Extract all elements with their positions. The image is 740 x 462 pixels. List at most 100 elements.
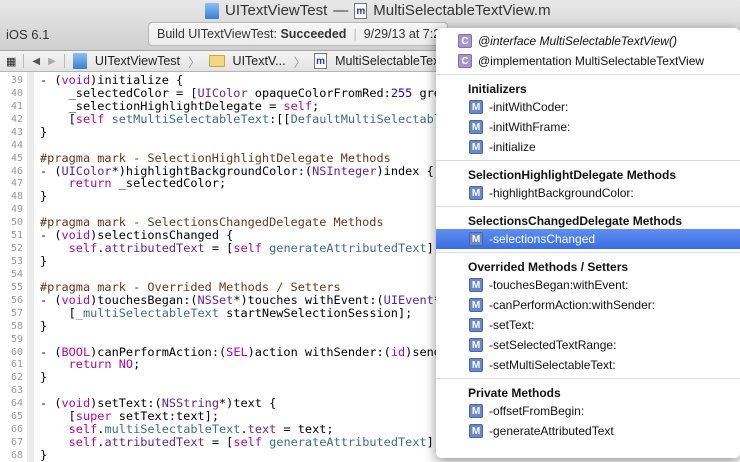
status-result: Succeeded [280,27,347,41]
line-number: 65 [10,411,23,423]
line-number: 63 [10,385,23,397]
popup-method-item[interactable]: M -setSelectedTextRange: [436,335,740,355]
code-token: _selectedColor = [ [40,85,198,100]
line-number: 47 [10,178,23,190]
item-label: -initialize [489,140,536,154]
line-number: 42 [10,113,23,125]
line-number: 41 [10,100,23,112]
code-token: . [240,422,248,437]
code-token: } [40,189,48,204]
code-token: #pragma mark - SelectionsChangedDelegate… [40,215,384,230]
code-token: [ [40,305,76,320]
code-token: - ( [40,396,62,411]
m-file-icon: m [314,53,328,69]
code-token: setText:text]; [111,409,219,424]
popup-method-item[interactable]: M -setMultiSelectableText: [436,355,740,375]
title-dash: — [333,2,349,19]
code-token: generateAttributedText [269,241,427,256]
line-number: 61 [10,359,23,371]
section-header: Private Methods [468,386,561,400]
popup-method-item[interactable]: M -initWithFrame: [436,117,740,137]
popup-class-section: C @interface MultiSelectableTextView() C @i… [436,28,740,75]
line-number: 58 [10,320,23,332]
project-icon [72,53,87,69]
code-token: )index { [376,163,434,178]
popup-section: Overrided Methods / Setters M -touchesBega… [436,253,740,379]
code-token: BOOL [61,344,91,359]
project-name: UITextViewTest [225,2,328,19]
popup-method-item[interactable]: M -touchesBegan:withEvent: [436,275,740,295]
code-token: #pragma mark - Overrided Methods / Sette… [40,279,341,294]
code-token: - ( [40,292,62,307]
code-token: )touchesBegan:( [90,292,198,307]
code-token: *)highlightBackgroundColor:( [111,163,313,178]
line-number: 49 [10,204,23,216]
divider [63,54,65,68]
line-number: 53 [10,256,23,268]
popup-method-item[interactable]: M -generateAttributedText [436,421,740,441]
popup-method-item[interactable]: M -initialize [436,137,740,157]
line-number: 55 [10,281,23,293]
code-token: void [61,73,91,87]
code-token: ; [312,98,320,113]
code-token: self [68,241,98,256]
line-number: 59 [10,333,23,345]
code-token: startNewSelectionSession]; [218,305,413,320]
method-icon: M [469,424,483,438]
popup-method-item[interactable]: M -canPerformAction:withSender: [436,295,740,315]
popup-method-item[interactable]: M -initWithCoder: [436,97,740,117]
divider [23,54,25,68]
code-token: = [ [204,435,234,450]
code-token: *)touches withEvent:( [233,292,384,307]
method-icon: M [469,186,483,200]
section-header: SelectionHighlightDelegate Methods [468,168,677,182]
code-token: multiSelectableText [104,422,241,437]
code-text: } [40,190,47,203]
popup-method-item[interactable]: M -setText: [436,315,740,335]
code-token: generateAttributedText [269,435,427,450]
code-token: UIColor [197,85,248,100]
forward-button[interactable]: ▶ [48,56,56,67]
code-token: } [40,447,48,462]
line-number: 40 [10,87,23,99]
code-token: return [68,176,112,191]
code-token: - ( [40,228,62,243]
line-number: 57 [10,307,23,319]
popup-method-item[interactable]: M -offsetFromBegin: [436,401,740,421]
code-text: } [40,319,47,333]
popup-class-item[interactable]: C @interface MultiSelectableTextView() [436,31,740,51]
code-token: void [61,228,91,243]
code-token: text [247,422,277,437]
code-token: = text; [276,422,334,437]
window-title: UITextViewTest — m MultiSelectableTextVi… [205,2,551,19]
popup-class-item[interactable]: C @implementation MultiSelectableTextView [436,51,740,71]
code-token: void [61,396,91,411]
line-number: 46 [10,165,23,177]
popup-section: Private Methods M -offsetFromBegin: M -gener… [436,379,740,444]
code-token: _selectedColor; [111,176,227,191]
code-text: } [40,447,48,462]
back-button[interactable]: ◀ [32,56,40,67]
line-number: 50 [10,217,23,229]
code-token: UIEvent [383,292,434,307]
scheme-selector[interactable]: iOS 6.1 [6,27,49,42]
code-token: attributedText [104,241,205,256]
code-token: self [233,241,262,256]
code-token: self [283,98,313,113]
line-number: 39 [10,75,23,86]
code-token: _selectionHighlightDelegate = [40,98,284,113]
popup-method-item[interactable]: M -selectionsChanged [436,229,740,249]
crumb-folder[interactable]: UITextV... [233,54,286,68]
popup-section: SelectionsChangedDelegate Methods M -selec… [436,207,740,253]
related-items-grid-icon[interactable]: ▦ [6,55,16,68]
code-token: self [233,435,262,450]
code-token: } [40,254,48,269]
crumb-project[interactable]: UITextViewTest [95,54,180,68]
class-icon: C [458,54,472,68]
popup-section: SelectionHighlightDelegate Methods M -high… [436,161,740,207]
popup-method-item[interactable]: M -highlightBackgroundColor: [436,183,740,203]
code-token: )canPerformAction:( [90,344,227,359]
